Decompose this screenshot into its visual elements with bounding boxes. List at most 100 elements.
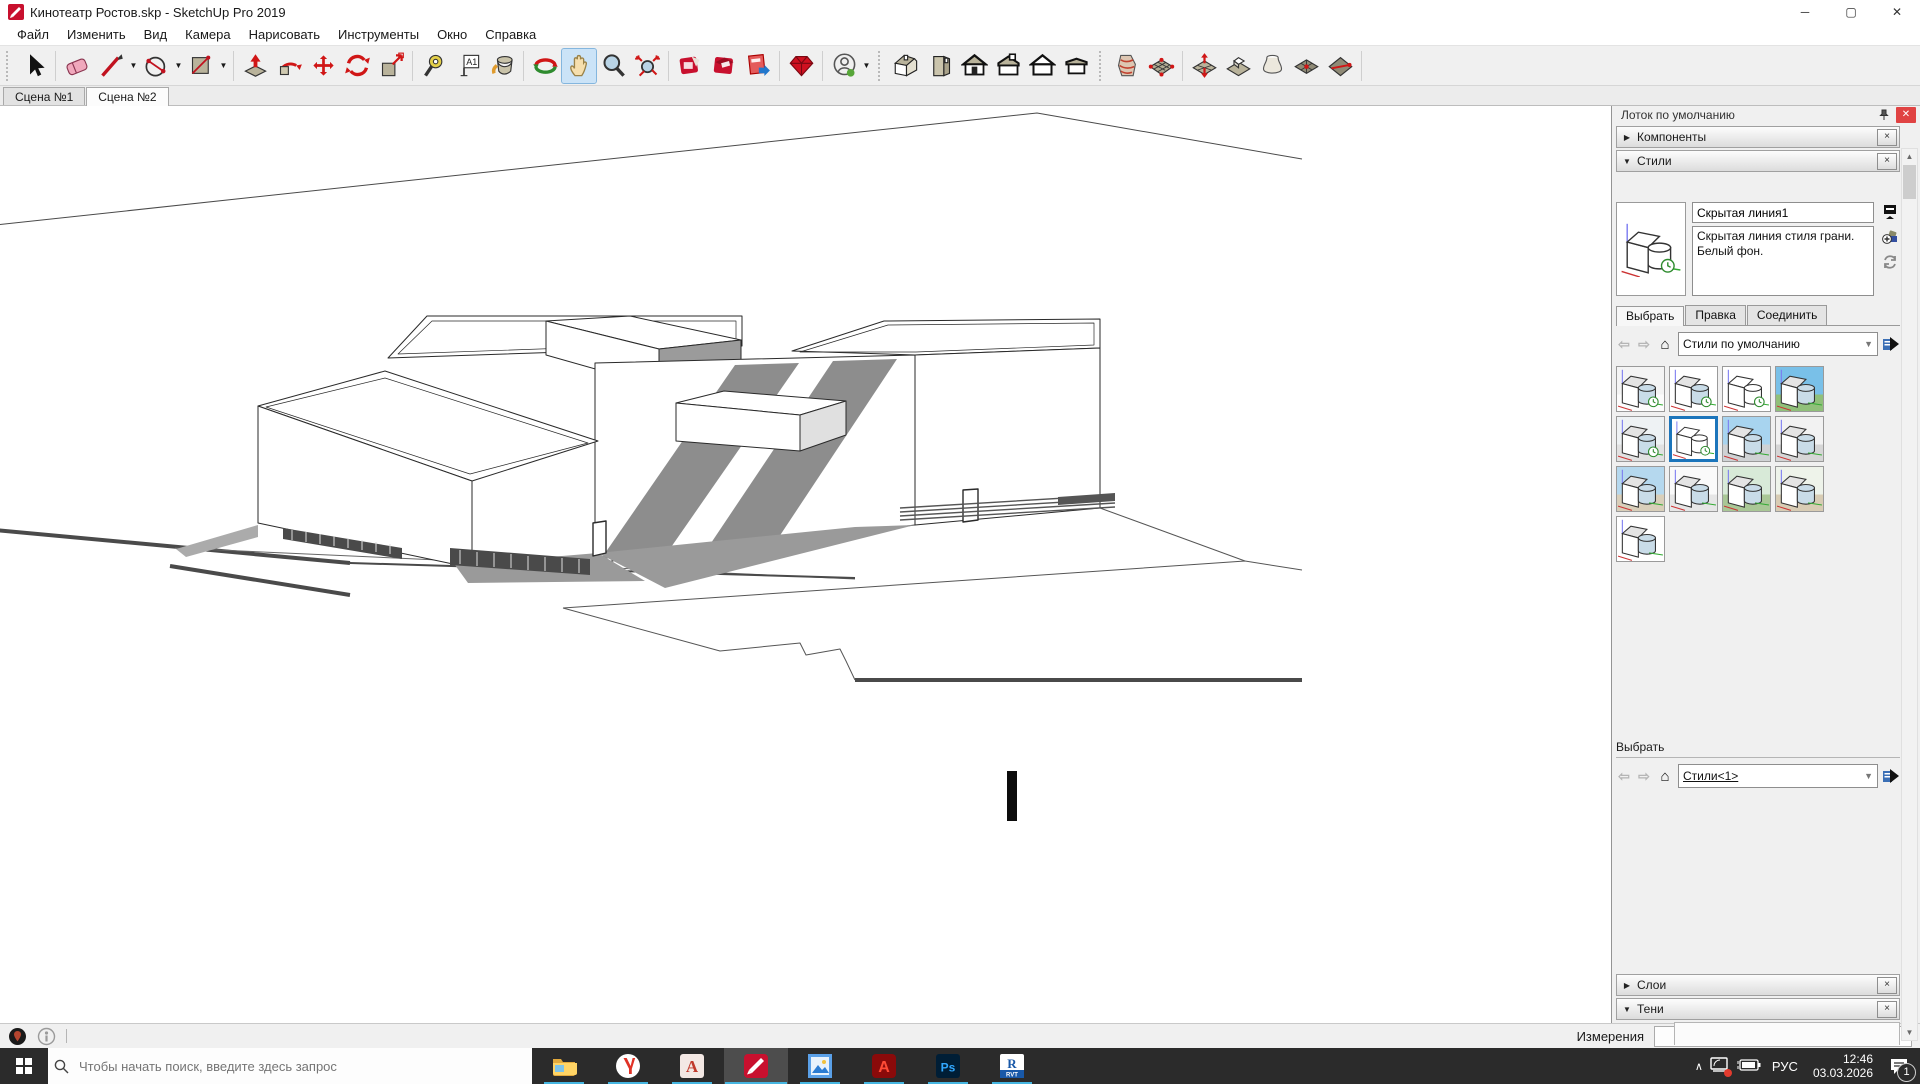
paint-bucket-tool-icon[interactable] bbox=[485, 49, 519, 83]
tray-scrollbar[interactable]: ▲ ▼ bbox=[1901, 148, 1918, 1041]
style-thumbnail[interactable] bbox=[1669, 416, 1718, 462]
style-thumbnail[interactable] bbox=[1775, 416, 1824, 462]
section-components-close-icon[interactable]: × bbox=[1877, 129, 1897, 146]
drape-tool-icon[interactable] bbox=[1255, 49, 1289, 83]
taskbar-app-photos[interactable] bbox=[788, 1048, 852, 1084]
taskbar-app-yandex-browser[interactable] bbox=[596, 1048, 660, 1084]
forward-arrow-icon[interactable]: ⇨ bbox=[1636, 336, 1652, 353]
maximize-button[interactable]: ▢ bbox=[1828, 0, 1874, 24]
menu-tools[interactable]: Инструменты bbox=[329, 27, 428, 42]
styles-tab-select[interactable]: Выбрать bbox=[1616, 306, 1684, 326]
add-detail-tool-icon[interactable] bbox=[1289, 49, 1323, 83]
scale-tool-icon[interactable] bbox=[374, 49, 408, 83]
section-shadows-close-icon[interactable]: × bbox=[1877, 1001, 1897, 1018]
flip-edge-tool-icon[interactable] bbox=[1323, 49, 1357, 83]
style-thumbnail[interactable] bbox=[1616, 466, 1665, 512]
eraser-tool-icon[interactable] bbox=[60, 49, 94, 83]
move-tool-icon[interactable] bbox=[306, 49, 340, 83]
rectangle-tool-icon[interactable] bbox=[184, 49, 218, 83]
taskbar-clock[interactable]: 12:46 03.03.2026 bbox=[1809, 1052, 1877, 1080]
account-icon[interactable] bbox=[827, 49, 861, 83]
orbit-tool-icon[interactable] bbox=[528, 49, 562, 83]
taskbar-app-sketchup[interactable] bbox=[724, 1048, 788, 1084]
details-menu-icon[interactable] bbox=[1882, 335, 1900, 353]
styles-collection-dropdown[interactable]: Стили по умолчанию ▼ bbox=[1678, 332, 1878, 356]
text-tool-icon[interactable]: A1 bbox=[451, 49, 485, 83]
stamp-tool-icon[interactable] bbox=[1221, 49, 1255, 83]
secondary-home-icon[interactable]: ⌂ bbox=[1656, 768, 1674, 785]
section-styles[interactable]: ▼ Стили × bbox=[1616, 150, 1900, 172]
zoom-extents-tool-icon[interactable] bbox=[630, 49, 664, 83]
taskbar-app-autocad[interactable]: A bbox=[660, 1048, 724, 1084]
tape-measure-tool-icon[interactable] bbox=[417, 49, 451, 83]
share-model-icon[interactable] bbox=[741, 49, 775, 83]
view-right-icon[interactable] bbox=[991, 49, 1025, 83]
line-tool-dropdown-icon[interactable]: ▼ bbox=[128, 61, 139, 70]
menu-draw[interactable]: Нарисовать bbox=[240, 27, 329, 42]
scene-tab-1[interactable]: Сцена №1 bbox=[3, 87, 85, 105]
style-thumbnail[interactable] bbox=[1722, 466, 1771, 512]
minimize-button[interactable]: ─ bbox=[1782, 0, 1828, 24]
credits-info-icon[interactable] bbox=[37, 1027, 56, 1046]
style-description[interactable]: Скрытая линия стиля грани. Белый фон. bbox=[1692, 226, 1874, 296]
style-name-input[interactable] bbox=[1692, 202, 1874, 223]
extension-warehouse-icon[interactable] bbox=[784, 49, 818, 83]
section-shadows[interactable]: ▼ Тени × bbox=[1616, 998, 1900, 1020]
sandbox-toolbar-grip[interactable] bbox=[1099, 51, 1105, 81]
taskbar-app-revit[interactable]: RRVT bbox=[980, 1048, 1044, 1084]
zoom-tool-icon[interactable] bbox=[596, 49, 630, 83]
menu-edit[interactable]: Изменить bbox=[58, 27, 135, 42]
secondary-collection-dropdown[interactable]: Стили<1> ▼ bbox=[1678, 764, 1878, 788]
notification-center-icon[interactable]: 1 bbox=[1884, 1051, 1914, 1081]
scroll-up-icon[interactable]: ▲ bbox=[1902, 149, 1917, 164]
pan-tool-icon[interactable] bbox=[562, 49, 596, 83]
style-thumbnail[interactable] bbox=[1669, 466, 1718, 512]
line-tool-icon[interactable] bbox=[94, 49, 128, 83]
close-button[interactable]: ✕ bbox=[1874, 0, 1920, 24]
back-arrow-icon[interactable]: ⇦ bbox=[1616, 336, 1632, 353]
pin-icon[interactable] bbox=[1874, 106, 1894, 124]
style-thumbnail[interactable] bbox=[1775, 366, 1824, 412]
view-left-icon[interactable] bbox=[1025, 49, 1059, 83]
menu-file[interactable]: Файл bbox=[8, 27, 58, 42]
style-thumbnail[interactable] bbox=[1722, 416, 1771, 462]
view-top-icon[interactable] bbox=[923, 49, 957, 83]
style-thumbnail[interactable] bbox=[1722, 366, 1771, 412]
start-button[interactable] bbox=[0, 1048, 48, 1084]
smoove-tool-icon[interactable] bbox=[1187, 49, 1221, 83]
secondary-details-menu-icon[interactable] bbox=[1882, 767, 1900, 785]
search-input[interactable] bbox=[77, 1058, 526, 1075]
screen-cast-icon[interactable] bbox=[1710, 1056, 1730, 1077]
select-tool-icon[interactable] bbox=[17, 49, 51, 83]
battery-icon[interactable] bbox=[1737, 1058, 1761, 1075]
home-icon[interactable]: ⌂ bbox=[1656, 336, 1674, 353]
section-components[interactable]: ▶ Компоненты × bbox=[1616, 126, 1900, 148]
scene-tab-2[interactable]: Сцена №2 bbox=[86, 87, 168, 106]
rectangle-tool-dropdown-icon[interactable]: ▼ bbox=[218, 61, 229, 70]
taskbar-search[interactable] bbox=[48, 1048, 532, 1084]
language-indicator[interactable]: РУС bbox=[1768, 1059, 1802, 1074]
style-thumbnail[interactable] bbox=[1616, 366, 1665, 412]
arc-tool-dropdown-icon[interactable]: ▼ bbox=[173, 61, 184, 70]
send-to-layout-icon[interactable] bbox=[673, 49, 707, 83]
terrain-from-contours-icon[interactable] bbox=[1110, 49, 1144, 83]
style-thumbnail[interactable] bbox=[1775, 466, 1824, 512]
account-dropdown-icon[interactable]: ▼ bbox=[861, 61, 872, 70]
menu-window[interactable]: Окно bbox=[428, 27, 476, 42]
geolocation-icon[interactable] bbox=[8, 1027, 27, 1046]
update-style-icon[interactable] bbox=[1882, 254, 1898, 270]
style-thumbnail[interactable] bbox=[1616, 416, 1665, 462]
rotate-tool-icon[interactable] bbox=[340, 49, 374, 83]
toolbar-grip[interactable] bbox=[6, 51, 12, 81]
view-front-icon[interactable] bbox=[957, 49, 991, 83]
menu-view[interactable]: Вид bbox=[135, 27, 177, 42]
3d-warehouse-icon[interactable] bbox=[707, 49, 741, 83]
style-preview-image[interactable] bbox=[1616, 202, 1686, 296]
arc-tool-icon[interactable] bbox=[139, 49, 173, 83]
styles-tab-mix[interactable]: Соединить bbox=[1747, 305, 1828, 325]
model-viewport[interactable] bbox=[0, 106, 1611, 1023]
styles-tab-edit[interactable]: Правка bbox=[1685, 305, 1746, 325]
view-iso-icon[interactable] bbox=[889, 49, 923, 83]
create-new-style-icon[interactable] bbox=[1882, 229, 1898, 245]
section-layers-close-icon[interactable]: × bbox=[1877, 977, 1897, 994]
